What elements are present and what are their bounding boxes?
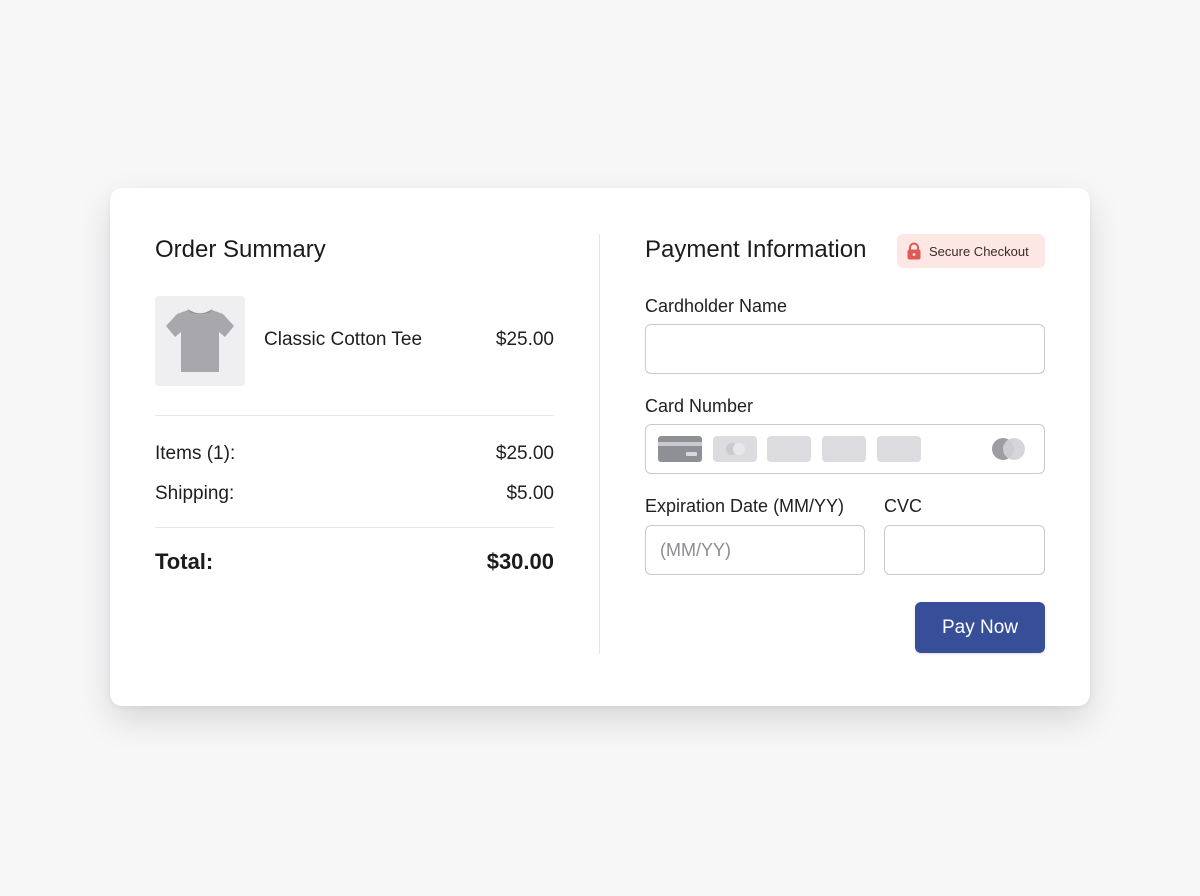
items-value: $25.00 — [495, 443, 554, 464]
secure-checkout-badge: Secure Checkout — [897, 234, 1045, 268]
cvc-label: CVC — [884, 496, 923, 516]
card-number-label: Card Number — [645, 396, 754, 416]
discover-icon — [822, 436, 866, 462]
summary-divider — [155, 415, 554, 416]
product-name: Classic Cotton Tee — [264, 329, 423, 350]
cvc-input[interactable] — [884, 525, 1045, 575]
cardholder-name-input[interactable] — [645, 324, 1045, 374]
checkout-card: Order Summary Classic Cotton Tee $25.00 … — [110, 188, 1090, 706]
lock-icon — [907, 242, 921, 260]
tshirt-icon — [166, 309, 234, 372]
items-label: Items (1): — [155, 443, 236, 464]
shipping-value: $5.00 — [506, 483, 554, 504]
amex-icon — [767, 436, 811, 462]
visa-icon — [713, 436, 757, 462]
product-image — [155, 296, 245, 386]
pay-now-button[interactable]: Pay Now — [915, 602, 1045, 653]
cardholder-name-label: Cardholder Name — [645, 296, 788, 316]
mastercard-icon — [992, 438, 1025, 460]
order-summary-title: Order Summary — [155, 236, 326, 263]
payment-title: Payment Information — [645, 236, 867, 263]
card-number-input[interactable] — [645, 424, 1045, 474]
jcb-icon — [877, 436, 921, 462]
product-price: $25.00 — [495, 329, 554, 350]
shipping-label: Shipping: — [155, 483, 235, 504]
page-background: Order Summary Classic Cotton Tee $25.00 … — [0, 0, 1200, 896]
total-value: $30.00 — [486, 549, 554, 574]
generic-card-icon — [658, 436, 702, 462]
total-divider — [155, 527, 554, 528]
column-divider — [599, 234, 600, 654]
secure-checkout-label: Secure Checkout — [929, 243, 1029, 259]
expiration-date-input[interactable] — [645, 525, 865, 575]
expiration-date-label: Expiration Date (MM/YY) — [645, 496, 845, 516]
total-label: Total: — [155, 549, 214, 574]
